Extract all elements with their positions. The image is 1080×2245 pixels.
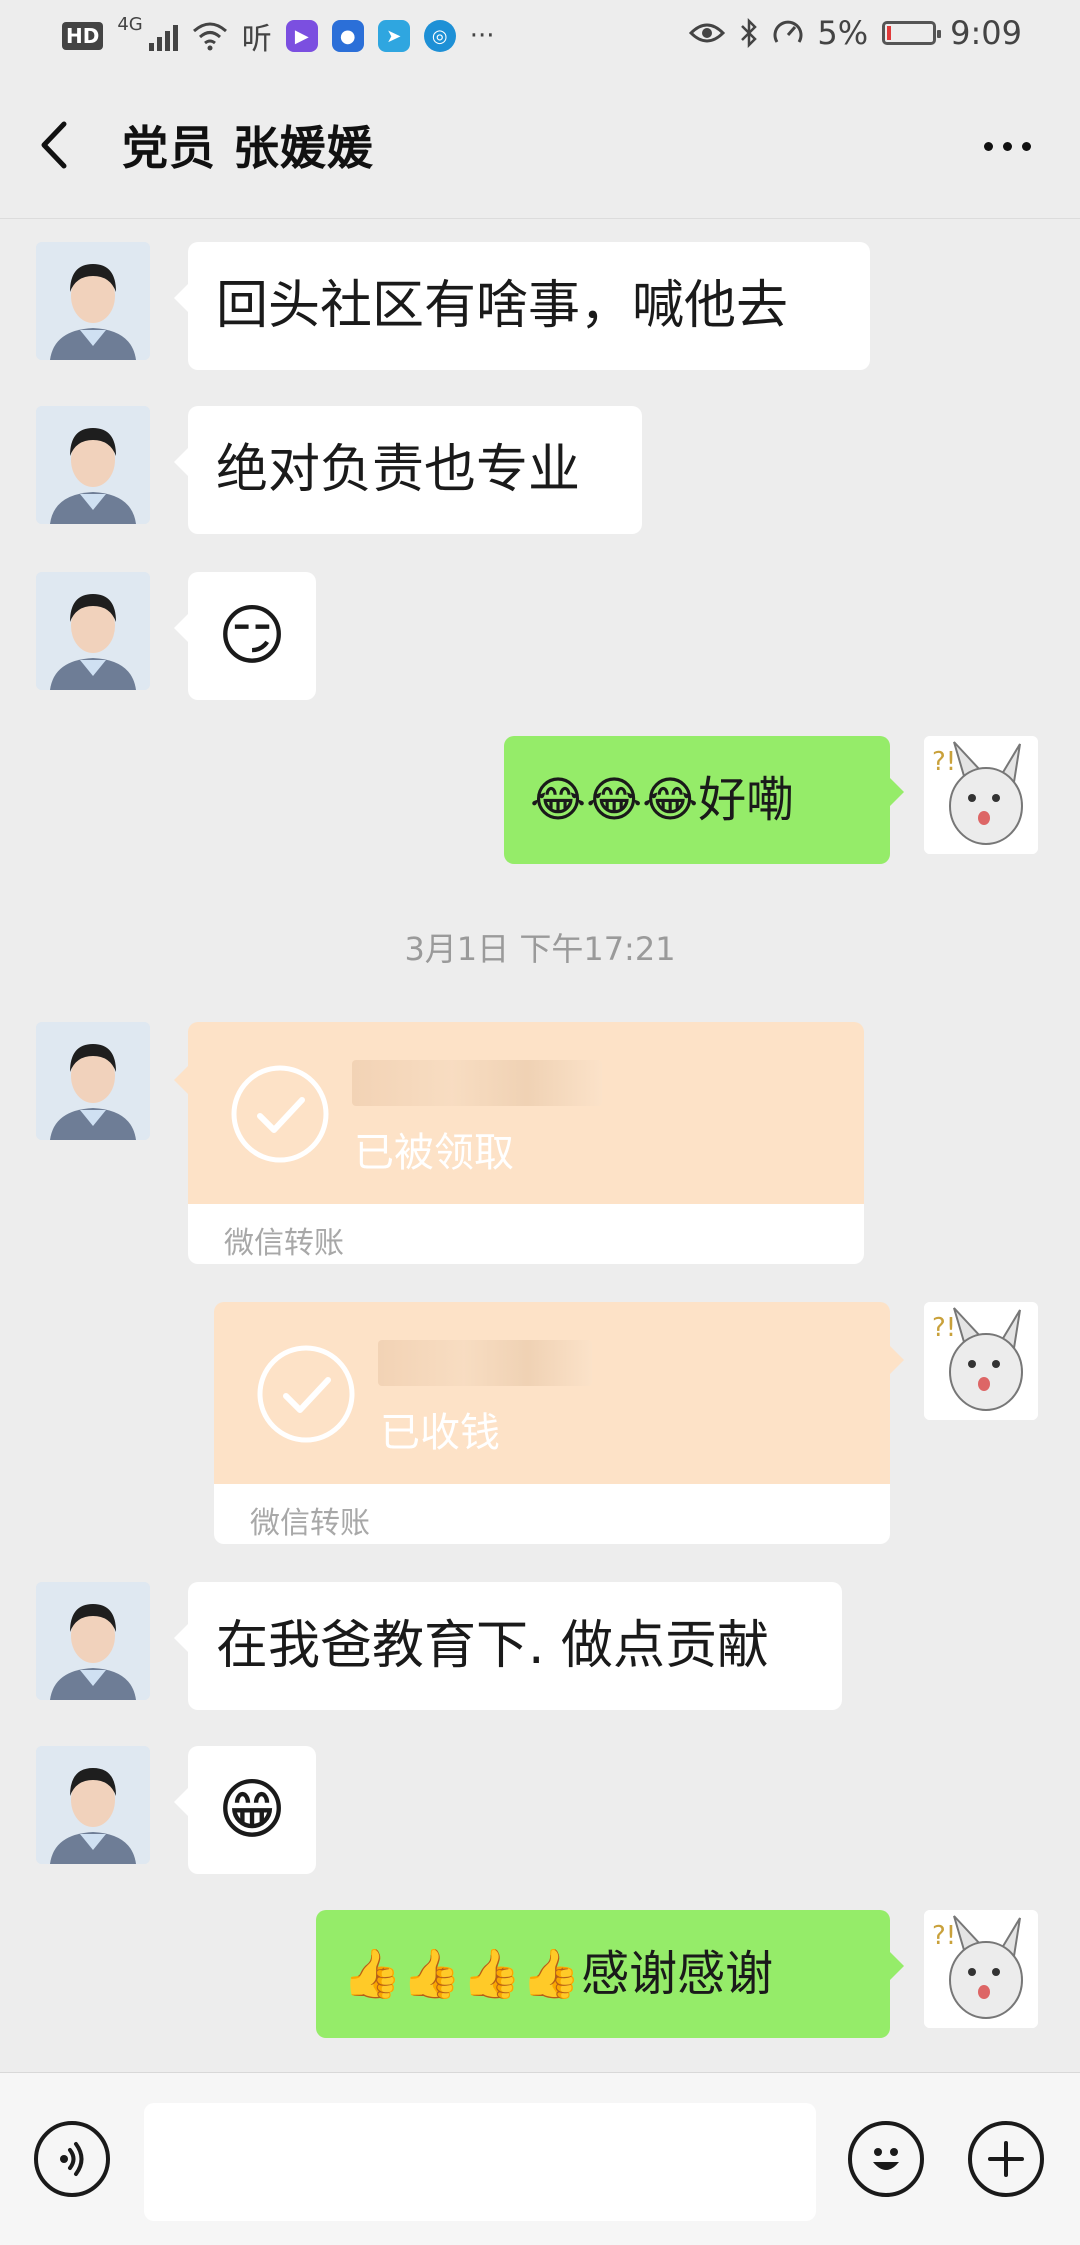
boy-avatar-icon <box>36 1022 150 1140</box>
eye-icon <box>689 23 726 43</box>
battery-percent: 5% <box>817 14 869 52</box>
back-button[interactable] <box>28 110 88 180</box>
bunny-avatar-icon: ?! <box>924 1910 1038 2028</box>
message-input[interactable] <box>144 2103 816 2221</box>
bunny-avatar-icon: ?! <box>924 736 1038 854</box>
wifi-icon <box>192 22 227 51</box>
bubble-tail <box>174 1066 188 1094</box>
status-bar: HD 4G 听 ▶ ● ➤ ◎ ··· 5% 9:09 <box>0 0 1080 72</box>
battery-icon <box>882 21 942 45</box>
avatar[interactable]: ?! <box>924 1302 1038 1420</box>
video-app-icon: ▶ <box>285 20 318 52</box>
status-bar-left: HD 4G 听 ▶ ● ➤ ◎ ··· <box>62 14 495 58</box>
dot-icon <box>1021 141 1031 151</box>
transfer-card-footer: 微信转账 <box>214 1484 890 1544</box>
clock: 9:09 <box>950 14 1022 52</box>
more-notifications: ··· <box>469 21 495 51</box>
message-bubble[interactable]: 回头社区有啥事，喊他去 <box>174 242 870 370</box>
telegram-icon: ➤ <box>377 20 410 52</box>
message-bubble[interactable]: 😏 <box>174 572 316 700</box>
speed-icon <box>773 20 803 43</box>
transfer-label: 微信转账 <box>224 1226 344 1261</box>
check-circle-icon <box>257 1345 355 1443</box>
transfer-status: 已收钱 <box>380 1410 500 1456</box>
avatar[interactable] <box>36 242 150 360</box>
voice-icon <box>60 2142 84 2176</box>
check-circle-icon <box>231 1065 329 1163</box>
battery-level <box>887 26 891 40</box>
message-bubble[interactable]: 😂😂😂好嘞 <box>504 736 904 864</box>
input-bar <box>0 2072 1080 2245</box>
add-button[interactable] <box>968 2121 1044 2197</box>
avatar[interactable]: ?! <box>924 1910 1038 2028</box>
bluetooth-icon <box>741 18 758 48</box>
blurred-amount <box>352 1060 602 1106</box>
transfer-status: 已被领取 <box>354 1130 514 1176</box>
smiley-icon <box>873 2148 899 2170</box>
transfer-card[interactable]: 已收钱 微信转账 <box>214 1302 890 1544</box>
boy-avatar-icon <box>36 572 150 690</box>
message-bubble[interactable]: 👍👍👍👍感谢感谢 <box>316 1910 904 2038</box>
grin-emoji: 😁 <box>217 1771 287 1848</box>
avatar[interactable]: ?! <box>924 736 1038 854</box>
message-bubble[interactable]: 绝对负责也专业 <box>174 406 642 534</box>
chevron-left-icon <box>41 121 67 169</box>
dot-icon <box>1002 141 1012 151</box>
message-text: 👍👍👍👍感谢感谢 <box>342 1946 774 2002</box>
emoji-button[interactable] <box>848 2121 924 2197</box>
blurred-amount <box>378 1340 592 1386</box>
bunny-avatar-icon: ?! <box>924 1302 1038 1420</box>
message-text: 😂😂😂好嘞 <box>530 772 795 828</box>
avatar[interactable] <box>36 1022 150 1140</box>
browser-app-icon: ◎ <box>423 20 456 52</box>
transfer-card[interactable]: 已被领取 微信转账 <box>188 1022 864 1264</box>
more-options-button[interactable] <box>972 116 1042 176</box>
hd-badge: HD <box>62 22 104 50</box>
transfer-label: 微信转账 <box>250 1506 370 1541</box>
message-text: 在我爸教育下. 做点贡献 <box>216 1616 770 1676</box>
avatar[interactable] <box>36 572 150 690</box>
bubble-tail <box>890 1346 904 1374</box>
network-label: 4G <box>117 14 143 35</box>
boy-avatar-icon <box>36 406 150 524</box>
boy-avatar-icon <box>36 1582 150 1700</box>
plus-icon <box>988 2141 1024 2177</box>
svg-text:?!: ?! <box>932 1921 956 1951</box>
transfer-card-footer: 微信转账 <box>188 1204 864 1264</box>
avatar[interactable] <box>36 1582 150 1700</box>
avatar[interactable] <box>36 1746 150 1864</box>
message-text: 回头社区有啥事，喊他去 <box>216 276 789 336</box>
svg-text:?!: ?! <box>932 1313 956 1343</box>
transfer-card-body: 已被领取 <box>188 1022 864 1204</box>
chat-header: 党员 张媛媛 <box>0 72 1080 219</box>
voice-button[interactable] <box>34 2121 110 2197</box>
listen-icon: 听 <box>241 22 272 57</box>
game-app-icon: ● <box>331 20 364 52</box>
boy-avatar-icon <box>36 1746 150 1864</box>
transfer-card-body: 已收钱 <box>214 1302 890 1484</box>
avatar[interactable] <box>36 406 150 524</box>
smirk-emoji: 😏 <box>217 597 287 674</box>
status-bar-right: 5% 9:09 <box>689 14 1022 52</box>
message-bubble[interactable]: 在我爸教育下. 做点贡献 <box>174 1582 842 1710</box>
message-bubble[interactable]: 😁 <box>174 1746 316 1874</box>
svg-text:?!: ?! <box>932 747 956 777</box>
signal-icon <box>148 21 178 51</box>
chat-title: 党员 张媛媛 <box>122 121 375 175</box>
dot-icon <box>983 141 993 151</box>
boy-avatar-icon <box>36 242 150 360</box>
timestamp: 3月1日 下午17:21 <box>404 930 676 968</box>
message-text: 绝对负责也专业 <box>216 440 581 500</box>
